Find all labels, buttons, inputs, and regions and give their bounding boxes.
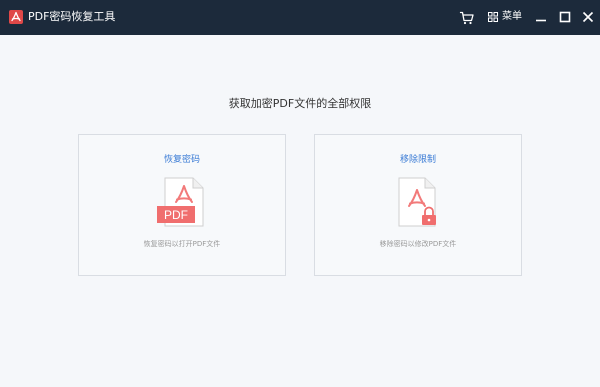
card-title: 恢复密码: [163, 155, 200, 165]
card-title: 移除限制: [399, 155, 436, 165]
card-description: 恢复密码以打开PDF文件: [143, 240, 221, 248]
menu-button[interactable]: 菜单: [488, 9, 522, 25]
locked-pdf-icon: [398, 177, 436, 227]
menu-grid-icon: [488, 12, 498, 22]
close-icon[interactable]: [581, 10, 595, 24]
page-heading: 获取加密PDF文件的全部权限: [228, 97, 372, 110]
pdf-badge-text: PDF: [164, 208, 188, 222]
title-bar: PDF密码恢复工具 菜单: [0, 0, 600, 35]
card-description: 移除密码以修改PDF文件: [379, 240, 457, 248]
app-title: PDF密码恢复工具: [28, 10, 116, 23]
cart-icon[interactable]: [459, 10, 475, 26]
menu-label: 菜单: [502, 11, 522, 22]
recover-password-card[interactable]: 恢复密码 PDF 恢复密码以打开PDF文件: [78, 134, 286, 276]
minimize-icon[interactable]: [534, 10, 548, 24]
pdf-file-icon: PDF: [157, 177, 204, 227]
remove-restrictions-card[interactable]: 移除限制 移除密码以修改PDF文件: [314, 134, 522, 276]
app-logo-icon: [9, 10, 23, 24]
maximize-icon[interactable]: [558, 10, 572, 24]
